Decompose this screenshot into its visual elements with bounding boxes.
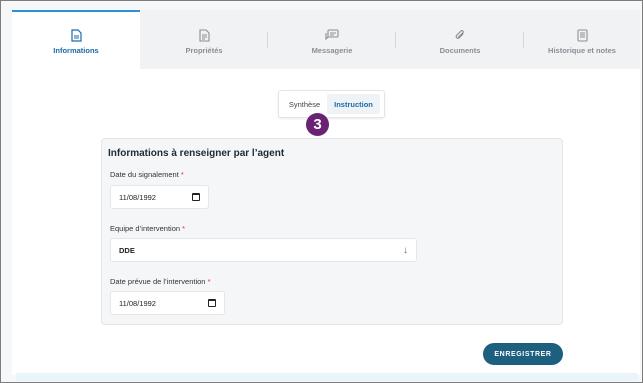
save-button[interactable]: ENREGISTRER bbox=[483, 343, 563, 365]
label-text: Date prévue de l’intervention bbox=[110, 277, 206, 286]
tab-label: Messagerie bbox=[311, 46, 353, 55]
date-signalement-input[interactable]: 11/08/1992 bbox=[110, 185, 209, 209]
file-list-icon bbox=[198, 28, 210, 42]
subtab-switch: Synthèse Instruction bbox=[278, 90, 385, 118]
bottom-strip bbox=[16, 373, 638, 381]
step-badge: 3 bbox=[306, 113, 329, 136]
subtab-synthese[interactable]: Synthèse bbox=[282, 94, 327, 114]
equipe-select[interactable]: DDE ↓ bbox=[110, 238, 417, 262]
date-value: 11/08/1992 bbox=[119, 192, 156, 202]
tab-label: Documents bbox=[439, 46, 481, 55]
tab-bar: Informations Propriétés Messagerie Docum… bbox=[12, 10, 640, 69]
select-value: DDE bbox=[119, 245, 135, 255]
date-value: 11/08/1992 bbox=[119, 298, 156, 308]
date-prevue-label: Date prévue de l’intervention * bbox=[110, 277, 211, 286]
form-title: Informations à renseigner par l’agent bbox=[108, 148, 285, 159]
subtab-instruction[interactable]: Instruction bbox=[327, 94, 380, 114]
required-mark: * bbox=[182, 224, 186, 233]
tab-documents[interactable]: Documents bbox=[396, 10, 524, 69]
tab-label: Historique et notes bbox=[548, 46, 616, 55]
required-mark: * bbox=[180, 170, 184, 179]
tab-proprietes[interactable]: Propriétés bbox=[140, 10, 268, 69]
label-text: Equipe d’intervention bbox=[110, 224, 181, 233]
arrow-down-icon: ↓ bbox=[403, 244, 408, 256]
label-text: Date du signalement bbox=[110, 170, 179, 179]
paperclip-icon bbox=[454, 28, 466, 42]
tab-label: Propriétés bbox=[185, 46, 223, 55]
tab-informations[interactable]: Informations bbox=[12, 10, 140, 69]
date-signalement-label: Date du signalement * bbox=[110, 170, 184, 179]
calendar-icon[interactable] bbox=[192, 193, 200, 201]
equipe-label: Equipe d’intervention * bbox=[110, 224, 185, 233]
required-mark: * bbox=[207, 277, 211, 286]
tab-historique[interactable]: Historique et notes bbox=[524, 10, 640, 69]
chat-icon bbox=[325, 28, 339, 42]
date-prevue-input[interactable]: 11/08/1992 bbox=[110, 291, 225, 315]
document-icon bbox=[70, 28, 82, 42]
notes-icon bbox=[576, 28, 588, 42]
calendar-icon[interactable] bbox=[208, 299, 216, 307]
tab-messagerie[interactable]: Messagerie bbox=[268, 10, 396, 69]
tab-label: Informations bbox=[53, 46, 99, 55]
